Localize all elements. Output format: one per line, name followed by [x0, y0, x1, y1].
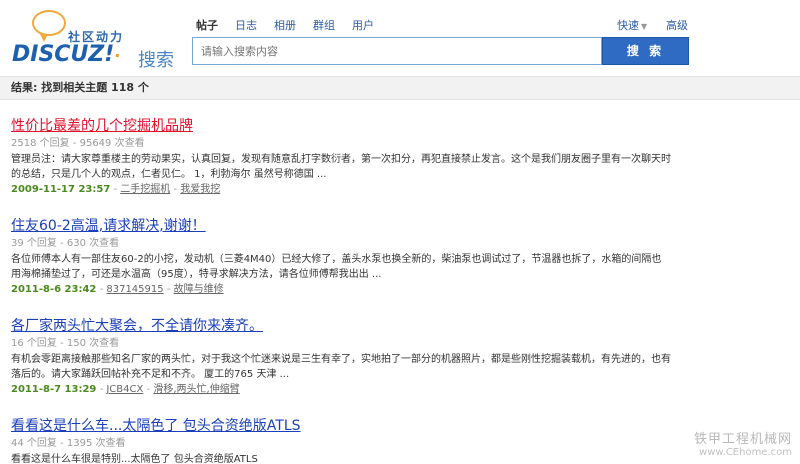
logo-brand-text: DISCUZ!	[12, 42, 115, 67]
advanced-search-link[interactable]: 高级	[666, 17, 688, 33]
result-forum-link[interactable]: 滑移,两头忙,伸缩臂	[153, 384, 239, 395]
speech-bubble-icon	[32, 10, 66, 42]
logo-brand: DISCUZ!·	[12, 42, 120, 67]
tab-groups[interactable]: 群组	[313, 17, 335, 35]
result-snippet: 各位师傅本人有一部住友60-2的小挖，发动机（三菱4M40）已经大修了，盖头水泵…	[11, 254, 662, 280]
result-meta: 39 个回复 - 630 次查看	[11, 238, 120, 249]
result-title-link[interactable]: 住友60-2高温,请求解决,谢谢！	[11, 216, 691, 236]
list-item: 住友60-2高温,请求解决,谢谢！ 39 个回复 - 630 次查看 各位师傅本…	[11, 216, 691, 316]
logo-dot: ·	[114, 46, 121, 65]
tab-posts[interactable]: 帖子	[196, 17, 218, 35]
header: 社区动力 DISCUZ!· 搜索 帖子 日志 相册 群组 用户 快速▼ 高级 搜…	[0, 0, 800, 74]
result-summary: 结果: 找到相关主题 118 个	[0, 76, 800, 100]
list-item: 各厂家两头忙大聚会，不全请你来凑齐。 16 个回复 - 150 次查看 有机会零…	[11, 316, 691, 416]
logo-search-word: 搜索	[138, 50, 174, 71]
result-author-link[interactable]: JCB4CX	[106, 384, 143, 395]
result-forum-link[interactable]: 故障与维修	[174, 284, 224, 295]
result-snippet: 管理员注：请大家尊重楼主的劳动果实，认真回复，发现有随意乱打字数衍者，第一次扣分…	[11, 154, 671, 180]
result-list: 性价比最差的几个挖掘机品牌 2518 个回复 - 95649 次查看 管理员注：…	[11, 116, 691, 464]
list-item: 看看这是什么车...太隔色了 包头合资绝版ATLS 44 个回复 - 1395 …	[11, 416, 691, 464]
result-title-link[interactable]: 各厂家两头忙大聚会，不全请你来凑齐。	[11, 316, 691, 336]
result-date: 2009-11-17 23:57	[11, 184, 111, 195]
search-button[interactable]: 搜 索	[602, 37, 689, 65]
site-watermark: 铁甲工程机械网 www.CEhome.com	[694, 428, 792, 458]
result-date: 2011-8-6 23:42	[11, 284, 97, 295]
result-footer: 2009-11-17 23:57 - 二手挖掘机 - 我爱我挖	[11, 182, 691, 198]
result-meta: 16 个回复 - 150 次查看	[11, 338, 120, 349]
result-meta: 2518 个回复 - 95649 次查看	[11, 138, 145, 149]
quick-label: 快速	[617, 19, 639, 32]
tab-blogs[interactable]: 日志	[235, 17, 257, 35]
discuz-logo[interactable]: 社区动力 DISCUZ!· 搜索	[8, 6, 188, 71]
tab-albums[interactable]: 相册	[274, 17, 296, 35]
result-snippet: 看看这是什么车很是特别...太隔色了 包头合资绝版ATLS	[11, 454, 258, 464]
watermark-url: www.CEhome.com	[699, 447, 792, 458]
result-title-link[interactable]: 看看这是什么车...太隔色了 包头合资绝版ATLS	[11, 416, 691, 436]
result-footer: 2011-8-7 13:29 - JCB4CX - 滑移,两头忙,伸缩臂	[11, 382, 691, 398]
result-author-link[interactable]: 二手挖掘机	[120, 184, 170, 195]
result-title-link[interactable]: 性价比最差的几个挖掘机品牌	[11, 116, 691, 136]
search-input[interactable]	[192, 37, 602, 65]
tab-users[interactable]: 用户	[352, 17, 374, 35]
result-meta: 44 个回复 - 1395 次查看	[11, 438, 126, 449]
list-item: 性价比最差的几个挖掘机品牌 2518 个回复 - 95649 次查看 管理员注：…	[11, 116, 691, 216]
result-footer: 2011-8-6 23:42 - 837145915 - 故障与维修	[11, 282, 691, 298]
result-date: 2011-8-7 13:29	[11, 384, 97, 395]
search-type-tabs: 帖子 日志 相册 群组 用户	[196, 17, 391, 35]
watermark-site-name: 铁甲工程机械网	[693, 432, 792, 447]
separator: -	[166, 284, 174, 295]
quick-dropdown[interactable]: 快速 ▼	[617, 17, 647, 33]
result-author-link[interactable]: 837145915	[106, 284, 163, 295]
chevron-down-icon: ▼	[641, 22, 648, 31]
result-forum-link[interactable]: 我爱我挖	[180, 184, 220, 195]
result-snippet: 有机会零距离接触那些知名厂家的两头忙，对于我这个忙迷来说是三生有幸了，实地拍了一…	[11, 354, 671, 380]
